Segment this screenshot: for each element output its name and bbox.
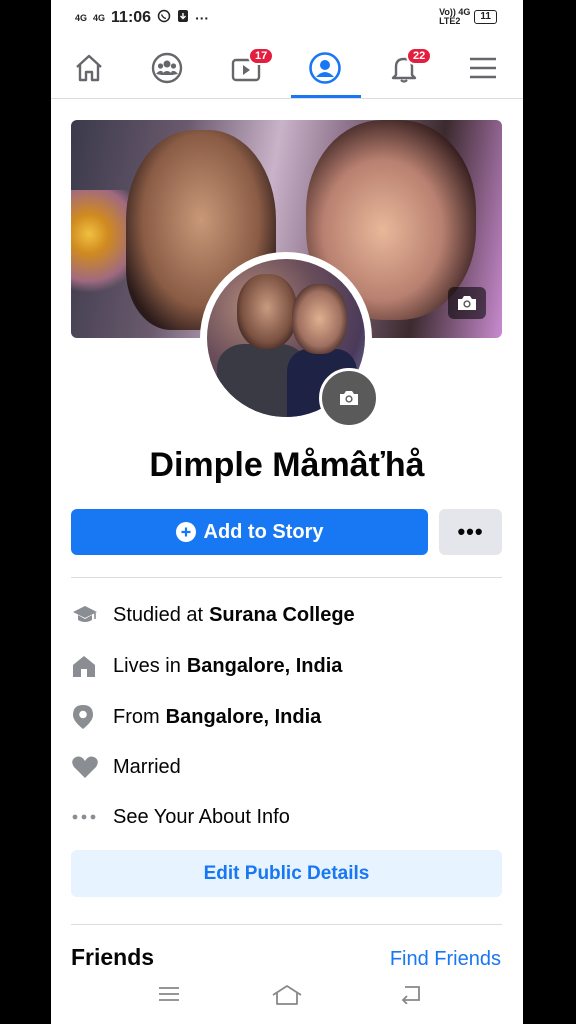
profile-icon [309,52,341,84]
add-to-story-label: Add to Story [203,520,324,543]
lives-in-prefix: Lives in [113,654,181,677]
house-icon [71,654,113,678]
back-button[interactable] [399,984,423,1009]
home-button[interactable] [271,984,303,1011]
nav-notifications[interactable]: 22 [366,40,442,96]
ellipsis-icon [71,813,113,821]
see-about-info-label: See Your About Info [113,805,290,828]
profile-picture-camera-button[interactable] [319,368,379,428]
signal-indicator-2: 4G [93,12,106,23]
groups-icon [151,52,183,84]
camera-icon [340,391,358,405]
about-row-lives-in[interactable]: Lives in Bangalore, India [71,648,502,684]
divider [71,577,502,578]
from-prefix: From [113,705,160,728]
nav-home[interactable] [51,40,127,96]
cover-camera-button[interactable] [448,287,486,319]
see-about-info-link[interactable]: See Your About Info [71,799,502,835]
more-options-button[interactable]: ••• [439,509,502,555]
notifications-badge: 22 [406,47,433,65]
system-navigation-bar [51,970,523,1024]
active-tab-indicator [291,95,361,98]
edit-public-details-button[interactable]: Edit Public Details [71,850,502,897]
graduation-cap-icon [71,604,113,626]
divider [71,924,502,925]
relationship-status: Married [113,755,181,778]
status-time: 11:06 [111,9,152,26]
menu-icon [470,57,496,79]
add-to-story-button[interactable]: Add to Story [71,509,428,555]
friends-heading: Friends [71,944,155,970]
phone-screen: 4G 4G 11:06 ··· Vo)) 4G LTE2 11 17 22 Di… [51,0,523,1024]
lives-in-value: Bangalore, India [186,654,343,677]
nav-watch[interactable]: 17 [208,40,284,96]
about-row-relationship[interactable]: Married [71,749,502,785]
watch-badge: 17 [248,47,275,65]
status-bar: 4G 4G 11:06 ··· Vo)) 4G LTE2 11 [51,0,523,34]
profile-name: Dimple Måmâťhå [149,446,425,484]
signal-indicator-1: 4G [75,12,88,23]
recent-apps-button[interactable] [157,984,181,1009]
download-icon [177,9,189,27]
find-friends-link[interactable]: Find Friends [390,948,501,971]
more-notifications-icon: ··· [195,10,210,26]
whatsapp-icon [157,9,171,27]
nav-menu[interactable] [445,40,521,96]
nav-profile[interactable] [287,40,363,96]
location-pin-icon [71,704,113,730]
heart-icon [71,755,113,779]
home-icon [76,54,102,82]
top-nav-bar: 17 22 [51,40,523,99]
camera-icon [458,296,476,310]
lte-label: LTE2 [439,16,461,26]
about-row-education[interactable]: Studied at Surana College [71,597,502,633]
education-prefix: Studied at [113,603,204,626]
plus-circle-icon [175,522,196,542]
battery-indicator: 11 [474,10,497,24]
from-value: Bangalore, India [165,705,322,728]
education-value: Surana College [209,603,355,626]
nav-groups[interactable] [129,40,205,96]
about-row-from[interactable]: From Bangalore, India [71,699,502,735]
